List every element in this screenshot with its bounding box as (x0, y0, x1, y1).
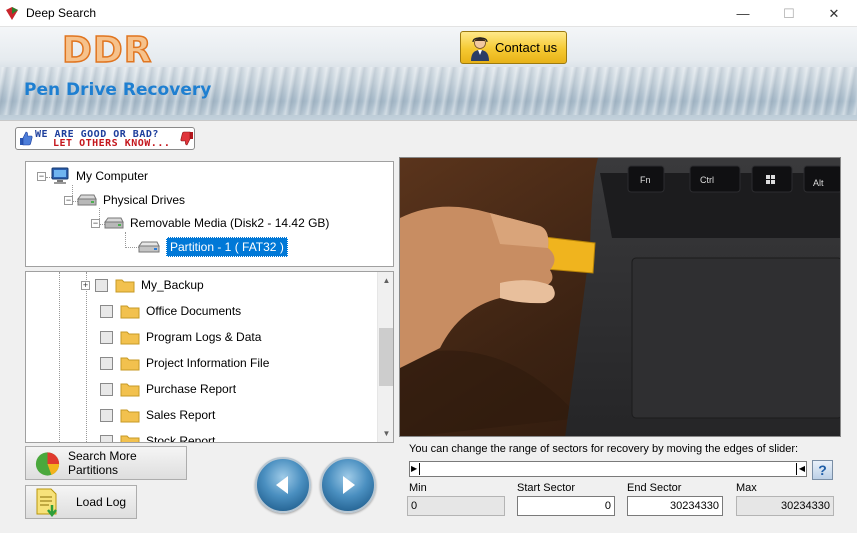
minimize-button[interactable]: — (720, 0, 766, 27)
header-banner: DDR Pen Drive Recovery Contact us (0, 27, 857, 121)
tree-connector (125, 232, 126, 248)
folder-icon (120, 331, 140, 344)
feedback-badge[interactable]: WE ARE GOOD OR BAD? LET OTHERS KNOW... (15, 127, 195, 150)
folder-icon (120, 305, 140, 318)
tree-item-removable-media[interactable]: − Removable Media (Disk2 - 14.42 GB) (91, 213, 329, 233)
search-more-partitions-button[interactable]: Search More Partitions (25, 446, 187, 480)
end-sector-field[interactable]: 30234330 (627, 496, 723, 516)
end-sector-label: End Sector (627, 482, 682, 494)
maximize-button[interactable]: ☐ (766, 0, 812, 27)
list-item[interactable]: Office Documents (100, 298, 241, 324)
tree-label-removable-media: Removable Media (Disk2 - 14.42 GB) (130, 216, 330, 230)
list-item[interactable]: Sales Report (100, 402, 215, 428)
list-item[interactable]: Purchase Report (100, 376, 236, 402)
product-title: Pen Drive Recovery (24, 80, 212, 100)
sector-range-slider[interactable]: ▶ ◀ (409, 461, 807, 477)
computer-icon (51, 167, 69, 184)
scroll-down-arrow-icon[interactable]: ▼ (378, 425, 393, 442)
folder-icon (120, 383, 140, 396)
log-file-icon (36, 488, 57, 517)
tree-connector (125, 247, 139, 248)
pen-drive-photo: Fn Ctrl Alt (399, 157, 841, 437)
partition-drive-icon (138, 241, 160, 253)
list-item[interactable]: Project Information File (100, 350, 269, 376)
folder-icon (115, 279, 135, 292)
tree-item-physical-drives[interactable]: − Physical Drives (64, 190, 185, 210)
min-value-field: 0 (407, 496, 505, 516)
folder-icon (120, 435, 140, 442)
thumbs-up-icon (20, 131, 33, 146)
folder-icon (120, 357, 140, 370)
support-person-icon (471, 36, 489, 61)
folder-label: Project Information File (146, 356, 270, 370)
start-sector-label: Start Sector (517, 482, 576, 494)
svg-text:Fn: Fn (640, 175, 651, 185)
folder-checkbox[interactable] (100, 382, 113, 396)
contact-us-label: Contact us (495, 40, 558, 55)
back-button[interactable] (255, 457, 311, 513)
next-arrow-icon (343, 476, 355, 494)
folder-label: Purchase Report (146, 382, 237, 396)
folder-label: Stock Report (146, 434, 216, 443)
removable-drive-icon (104, 217, 124, 229)
list-item[interactable]: + My_Backup (81, 272, 204, 298)
help-button[interactable]: ? (812, 460, 833, 480)
collapse-toggle[interactable]: − (64, 195, 73, 205)
collapse-toggle[interactable]: − (91, 218, 100, 228)
drive-tree: − My Computer − Physical Drives − Remova… (25, 161, 394, 267)
svg-text:Alt: Alt (813, 178, 824, 188)
folder-label: Office Documents (146, 304, 242, 318)
tree-label-physical-drives: Physical Drives (103, 193, 186, 207)
folder-checkbox[interactable] (100, 304, 113, 318)
folder-checkbox[interactable] (100, 408, 113, 422)
back-arrow-icon (276, 476, 288, 494)
hard-drive-icon (77, 194, 97, 206)
folder-label: My_Backup (141, 278, 204, 292)
folder-checkbox[interactable] (95, 278, 108, 292)
tree-item-my-computer[interactable]: − My Computer (37, 166, 148, 186)
slider-hint-text: You can change the range of sectors for … (409, 443, 799, 455)
scroll-thumb[interactable] (379, 328, 393, 386)
min-label: Min (409, 482, 427, 494)
window-title: Deep Search (26, 6, 97, 20)
svg-text:Ctrl: Ctrl (700, 175, 714, 185)
usb-drive-illustration: Fn Ctrl Alt (400, 158, 840, 436)
pie-chart-icon (35, 452, 60, 476)
tree-item-partition[interactable]: Partition - 1 ( FAT32 ) (138, 237, 288, 257)
load-log-button[interactable]: Load Log (25, 485, 137, 519)
next-button[interactable] (320, 457, 376, 513)
folder-icon (120, 409, 140, 422)
folder-checkbox[interactable] (100, 434, 113, 442)
tree-connector (59, 272, 60, 442)
load-log-label: Load Log (76, 495, 127, 509)
slider-end-handle[interactable]: ◀ (796, 463, 805, 475)
tree-label-partition: Partition - 1 ( FAT32 ) (166, 237, 288, 257)
folder-label: Program Logs & Data (146, 330, 262, 344)
close-button[interactable]: ✕ (811, 0, 857, 27)
list-item[interactable]: Stock Report (100, 428, 216, 443)
folder-checkbox[interactable] (100, 356, 113, 370)
thumbs-down-icon (180, 131, 193, 146)
tree-label-my-computer: My Computer (76, 169, 149, 183)
folder-list: + My_Backup Office Documents Program Log… (25, 271, 394, 443)
app-icon (6, 7, 18, 20)
feedback-prompt: LET OTHERS KNOW... (53, 138, 171, 149)
list-item[interactable]: Program Logs & Data (100, 324, 261, 350)
collapse-toggle[interactable]: − (37, 171, 46, 181)
vertical-scrollbar[interactable]: ▲ ▼ (377, 272, 393, 442)
expand-toggle[interactable]: + (81, 280, 90, 290)
max-value-field: 30234330 (736, 496, 834, 516)
contact-us-button[interactable]: Contact us (460, 31, 567, 64)
title-bar: Deep Search — ☐ ✕ (0, 0, 857, 27)
search-more-partitions-label: Search More Partitions (68, 449, 137, 477)
max-label: Max (736, 482, 757, 494)
scroll-up-arrow-icon[interactable]: ▲ (378, 272, 393, 289)
ddr-logo: DDR (61, 29, 153, 72)
start-sector-field[interactable]: 0 (517, 496, 615, 516)
slider-start-handle[interactable]: ▶ (411, 463, 420, 475)
folder-checkbox[interactable] (100, 330, 113, 344)
sector-range-panel: You can change the range of sectors for … (402, 438, 840, 520)
folder-label: Sales Report (146, 408, 216, 422)
